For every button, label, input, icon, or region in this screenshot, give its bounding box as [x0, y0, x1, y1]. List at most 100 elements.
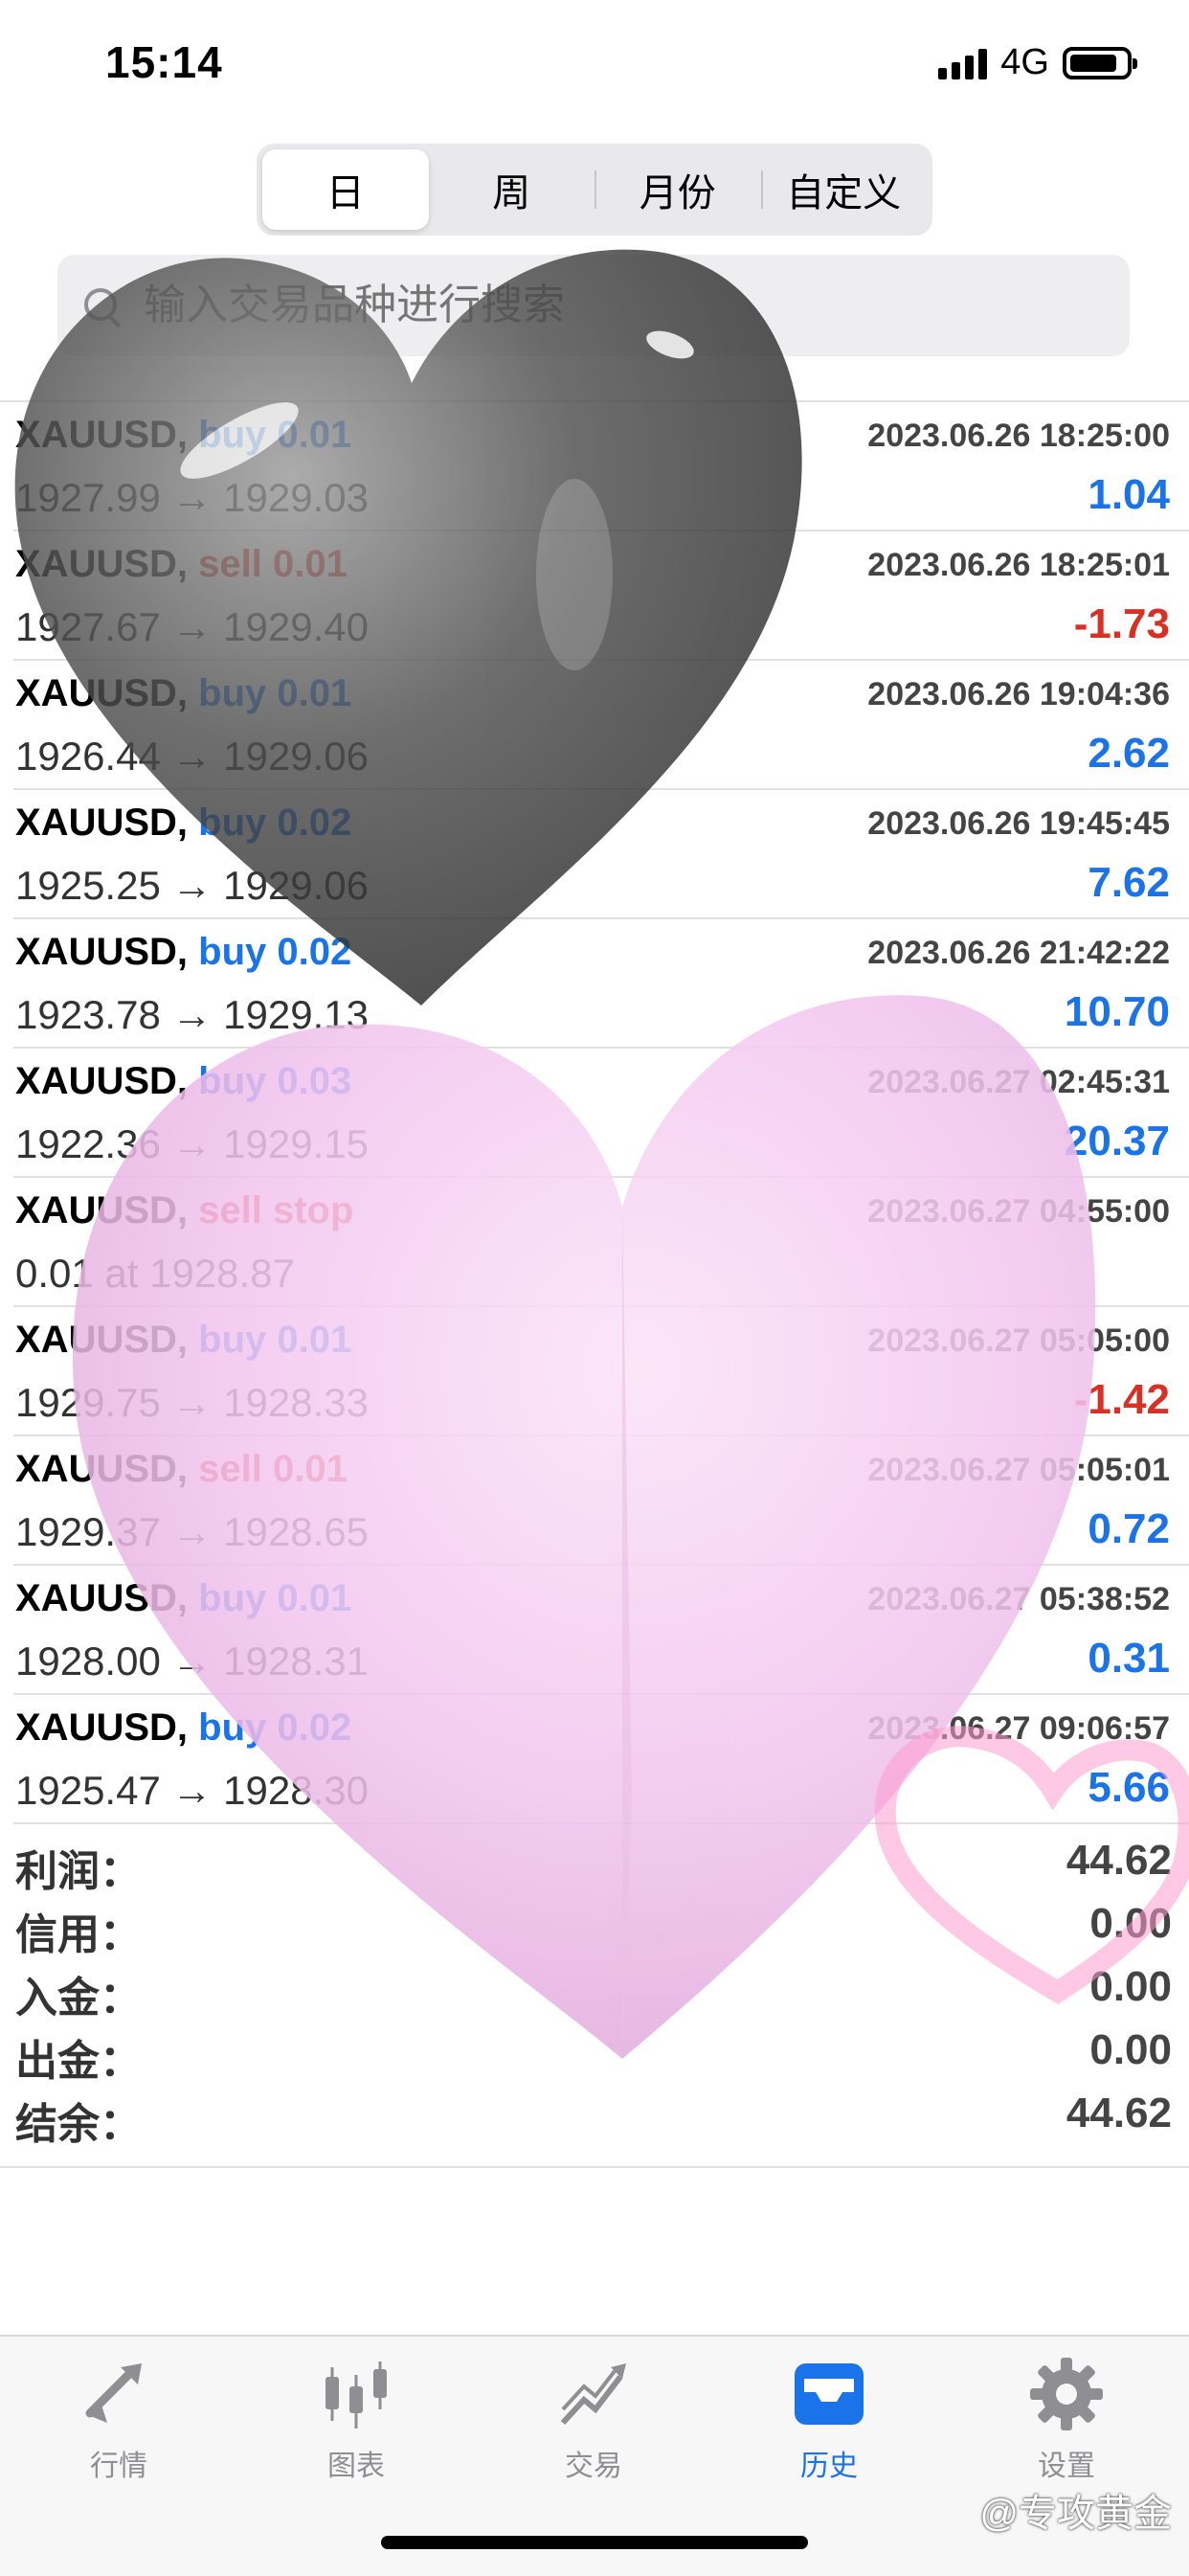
history-row[interactable]: XAUUSD, buy 0.01 1926.44 → 1929.06 2023.06…: [13, 661, 1189, 790]
trade-prices: 1927.99 → 1929.03: [15, 475, 369, 520]
summary-label: 信用：: [15, 1911, 142, 1958]
trade-symbol: XAUUSD, buy 0.02: [15, 931, 351, 974]
tab-label: 行情: [90, 2451, 147, 2482]
history-row[interactable]: XAUUSD, buy 0.01 1928.00 → 1928.31 2023.06…: [13, 1566, 1189, 1695]
trade-action: buy 0.01: [198, 672, 352, 714]
tab-label: 设置: [1038, 2451, 1095, 2482]
segment-day[interactable]: 日: [262, 149, 429, 230]
period-segmented-control: 日 周 月份 自定义: [257, 144, 932, 236]
trade-profit: 20.37: [1064, 1118, 1170, 1164]
trade-action: sell 0.01: [198, 1448, 348, 1490]
summary-label: 入金：: [15, 1975, 142, 2022]
segment-week[interactable]: 周: [429, 149, 595, 230]
tab-label: 图表: [327, 2451, 385, 2482]
tab-label: 历史: [800, 2451, 858, 2482]
account-summary: 利润： 44.62 信用： 0.00 入金： 0.00 出金： 0.00 结余：…: [15, 1837, 1176, 2153]
trade-symbol: XAUUSD, buy 0.03: [15, 1060, 351, 1103]
symbol-label: XAUUSD,: [15, 543, 189, 585]
summary-balance-row: 结余： 44.62: [15, 2090, 1176, 2153]
summary-credit-row: 信用： 0.00: [15, 1900, 1176, 1963]
history-row[interactable]: XAUUSD, buy 0.01 1929.75 → 1928.33 2023.06…: [13, 1307, 1189, 1436]
trade-time: 2023.06.26 19:04:36: [867, 676, 1170, 712]
symbol-label: XAUUSD,: [15, 1189, 189, 1232]
trade-time: 2023.06.27 09:06:57: [867, 1710, 1170, 1747]
symbol-label: XAUUSD,: [15, 802, 189, 844]
trade-action: sell 0.01: [198, 543, 348, 585]
tab-chart[interactable]: 图表: [260, 2356, 452, 2482]
history-row[interactable]: XAUUSD, buy 0.02 1925.25 → 1929.06 2023.06…: [13, 790, 1189, 919]
trade-time: 2023.06.27 05:05:01: [867, 1452, 1170, 1488]
symbol-label: XAUUSD,: [15, 1448, 189, 1490]
trade-action: buy 0.02: [198, 1706, 352, 1749]
trade-time: 2023.06.27 02:45:31: [867, 1064, 1170, 1100]
history-list: XAUUSD, buy 0.01 1927.99 → 1929.03 2023.06…: [0, 400, 1189, 1824]
trade-time: 2023.06.26 21:42:22: [867, 935, 1170, 971]
symbol-label: XAUUSD,: [15, 672, 189, 714]
trade-prices: 1926.44 → 1929.06: [15, 734, 369, 779]
trade-profit: 1.04: [1088, 471, 1170, 518]
trade-time: 2023.06.27 05:05:00: [867, 1322, 1170, 1359]
trade-symbol: XAUUSD, buy 0.02: [15, 802, 351, 845]
trade-profit: -1.73: [1073, 600, 1170, 647]
trade-time: 2023.06.27 04:55:00: [867, 1193, 1170, 1230]
summary-value: 44.62: [1066, 1837, 1172, 1884]
summary-profit-row: 利润： 44.62: [15, 1837, 1176, 1900]
search-input[interactable]: [142, 281, 1007, 330]
trade-profit: 5.66: [1088, 1764, 1170, 1811]
search-icon: [82, 286, 121, 325]
segment-month[interactable]: 月份: [594, 149, 761, 230]
quotes-icon: [85, 2363, 142, 2423]
trade-time: 2023.06.27 05:38:52: [867, 1581, 1170, 1617]
history-row[interactable]: XAUUSD, buy 0.03 1922.36 → 1929.15 2023.06…: [13, 1049, 1189, 1178]
settings-icon: [1030, 2358, 1103, 2430]
summary-value: 44.62: [1066, 2090, 1172, 2136]
trade-symbol: XAUUSD, sell stop: [15, 1189, 353, 1232]
search-bar[interactable]: [57, 255, 1130, 356]
history-row[interactable]: XAUUSD, buy 0.02 1923.78 → 1929.13 2023.06…: [13, 919, 1189, 1049]
tab-trade[interactable]: 交易: [498, 2356, 689, 2482]
trade-time: 2023.06.26 19:45:45: [867, 805, 1170, 842]
trade-symbol: XAUUSD, sell 0.01: [15, 1448, 348, 1491]
symbol-label: XAUUSD,: [15, 1060, 189, 1102]
tab-history[interactable]: 历史: [733, 2356, 925, 2482]
history-row[interactable]: XAUUSD, buy 0.02 1925.47 → 1928.30 2023.06…: [13, 1695, 1189, 1824]
tab-settings[interactable]: 设置: [971, 2356, 1162, 2482]
trade-symbol: XAUUSD, buy 0.02: [15, 1706, 351, 1750]
home-indicator[interactable]: [381, 2536, 808, 2549]
summary-withdrawal-row: 出金： 0.00: [15, 2026, 1176, 2090]
trade-action: buy 0.01: [198, 1319, 352, 1361]
tab-label: 交易: [565, 2451, 622, 2482]
trade-profit: 7.62: [1088, 859, 1170, 906]
summary-label: 出金：: [15, 2038, 142, 2085]
trade-action: sell stop: [198, 1189, 354, 1232]
trade-profit: 0.31: [1088, 1635, 1170, 1682]
symbol-label: XAUUSD,: [15, 931, 189, 973]
history-row[interactable]: XAUUSD, sell stop 0.01 at 1928.87 2023.06.…: [13, 1178, 1189, 1307]
trade-prices: 1927.67 → 1929.40: [15, 604, 369, 649]
tab-quotes[interactable]: 行情: [23, 2356, 214, 2482]
trade-prices: 1928.00 → 1928.31: [15, 1638, 369, 1683]
trade-prices: 0.01 at 1928.87: [15, 1251, 295, 1296]
history-row[interactable]: XAUUSD, buy 0.01 1927.99 → 1929.03 2023.06…: [13, 402, 1189, 531]
summary-value: 0.00: [1089, 1963, 1172, 2010]
status-bar: 15:14 4G: [0, 0, 1189, 124]
trade-time: 2023.06.26 18:25:00: [867, 418, 1170, 454]
trade-prices: 1925.25 → 1929.06: [15, 863, 369, 908]
trade-action: buy 0.02: [198, 802, 352, 844]
trade-symbol: XAUUSD, buy 0.01: [15, 1319, 351, 1362]
status-time: 15:14: [105, 37, 223, 87]
summary-label: 利润：: [15, 1848, 142, 1895]
trade-prices: 1929.37 → 1928.65: [15, 1509, 369, 1554]
symbol-label: XAUUSD,: [15, 1319, 189, 1361]
trade-prices: 1923.78 → 1929.13: [15, 992, 369, 1037]
trade-symbol: XAUUSD, buy 0.01: [15, 672, 351, 715]
summary-value: 0.00: [1089, 1900, 1172, 1947]
trade-action: buy 0.01: [198, 414, 352, 456]
symbol-label: XAUUSD,: [15, 1577, 189, 1619]
history-icon: [795, 2363, 864, 2425]
history-row[interactable]: XAUUSD, sell 0.01 1927.67 → 1929.40 2023.0…: [13, 531, 1189, 661]
chart-icon: [325, 2361, 387, 2429]
history-row[interactable]: XAUUSD, sell 0.01 1929.37 → 1928.65 2023.0…: [13, 1436, 1189, 1566]
trade-symbol: XAUUSD, buy 0.01: [15, 1577, 351, 1620]
segment-custom[interactable]: 自定义: [760, 149, 928, 230]
